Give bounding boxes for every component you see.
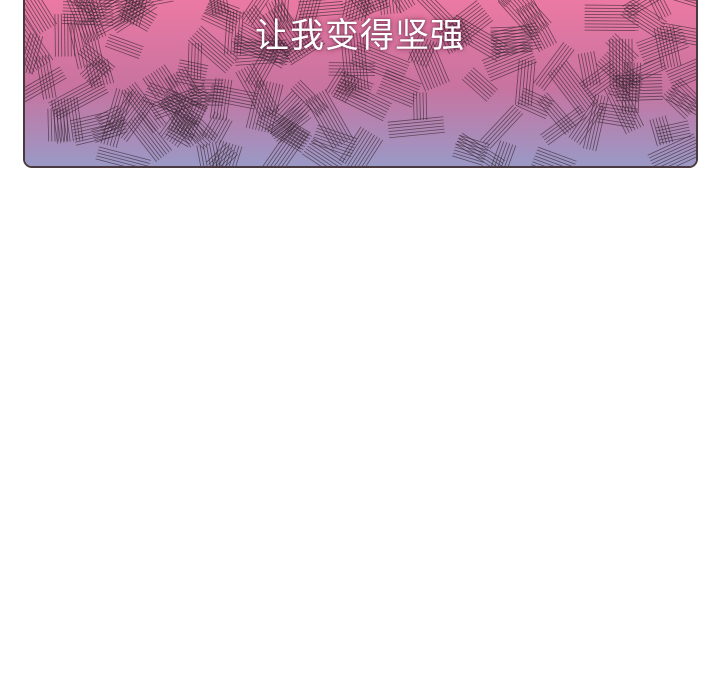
panel-caption: 让我变得坚强 xyxy=(255,16,465,56)
